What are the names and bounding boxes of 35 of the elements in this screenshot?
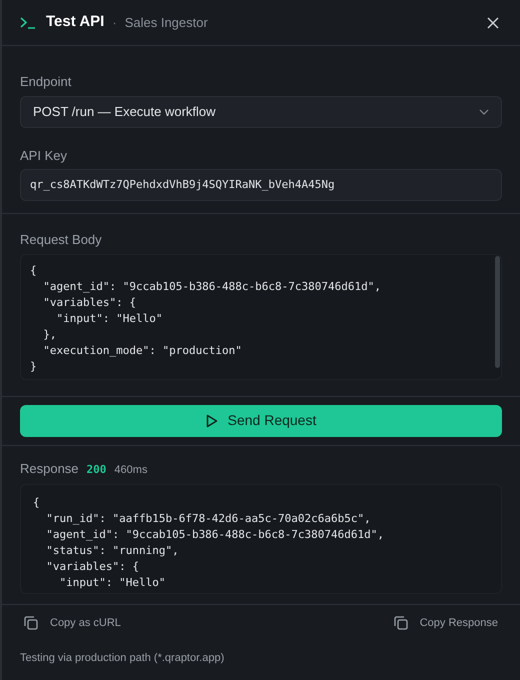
code-line: } <box>30 358 37 374</box>
copy-icon <box>394 616 408 630</box>
code-line: "input": "Hello" <box>58 575 166 591</box>
code-line: "execution_mode": "production" <box>42 342 242 358</box>
code-line: "input": "Hello" <box>55 310 162 326</box>
send-request-button[interactable]: Send Request <box>20 404 502 436</box>
chevron-down-icon <box>479 108 489 114</box>
code-line: "variables": { <box>45 559 139 575</box>
footer-note: Testing via production path (*.qraptor.app) <box>19 650 226 666</box>
api-key-field[interactable]: qr_cs8ATKdWTz7QPehdxdVhB9j4SQYIRaNK_bVeh4A45Ng <box>20 169 502 201</box>
terminal-icon <box>20 16 36 28</box>
dialog-title: Test API <box>46 12 104 32</box>
code-line: { <box>30 262 37 278</box>
scrollbar[interactable] <box>495 256 500 368</box>
copy-button[interactable]: Copy as cURL <box>24 615 121 632</box>
code-line: "agent_id": "9ccab105-b386-488c-b6c8-7c380746d61d", <box>45 527 384 543</box>
code-line: "run_id": "aaffb15b-6f78-42d6-aa5c-70a02c6a6b5c", <box>45 511 371 527</box>
field-label: Endpoint <box>20 73 72 91</box>
dialog-subtitle: Sales Ingestor <box>124 14 208 32</box>
request-body-editor[interactable]: { "agent_id": "9ccab105-b386-488c-b6c8-7c380746d61d", "variables": { "input": "Hello" }, "execution_mode": "production" } <box>20 254 502 380</box>
code-line: "agent_id": "9ccab105-b386-488c-b6c8-7c380746d61d", <box>42 278 381 294</box>
code-line: }, <box>42 326 56 342</box>
field-label: API Key <box>20 146 68 165</box>
play-icon <box>206 414 218 428</box>
separator-dot: · <box>112 14 117 32</box>
copy-icon <box>24 616 38 630</box>
field-label: Request Body <box>20 231 103 249</box>
response-time: 460ms <box>114 462 148 478</box>
copy-button[interactable]: Copy Response <box>394 615 498 632</box>
code-line: "variables": { <box>42 294 136 310</box>
field-label: Response <box>20 460 79 478</box>
endpoint-dropdown[interactable]: POST /run — Execute workflow <box>20 96 502 128</box>
code-line: { <box>33 495 40 511</box>
code-line: "status": "running", <box>45 543 179 559</box>
status-code: 200 <box>86 462 106 478</box>
